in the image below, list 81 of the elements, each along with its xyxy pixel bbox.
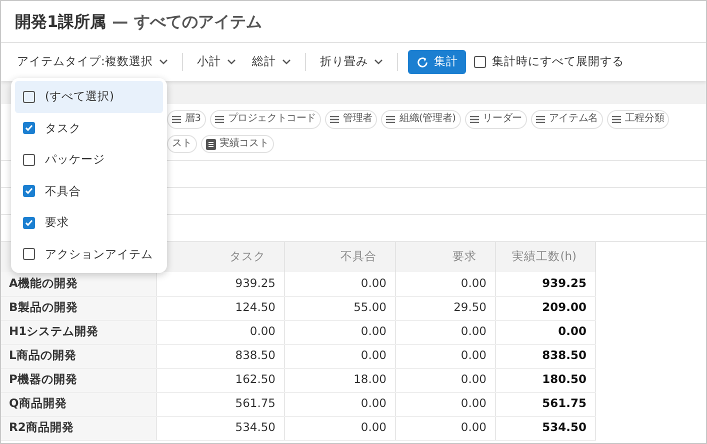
table-cell: 939.25 [495, 272, 595, 296]
row-label: P機器の開発 [1, 368, 156, 392]
table-cell: 0.00 [156, 320, 284, 344]
checkbox[interactable] [23, 90, 35, 103]
table-cell: 0.00 [395, 368, 495, 392]
table-cell: 0.00 [495, 320, 595, 344]
dropdown-button[interactable]: 折り畳み [312, 50, 391, 74]
table-cell: 0.00 [395, 320, 495, 344]
checkbox[interactable] [23, 248, 35, 260]
table-cell: 534.50 [156, 416, 284, 440]
field-chip[interactable]: プロジェクトコード [210, 110, 322, 129]
checkbox[interactable] [474, 56, 486, 68]
menu-item[interactable]: タスク [15, 112, 163, 144]
field-chip[interactable]: 層3 [167, 110, 206, 129]
table-cell: 180.50 [495, 368, 595, 392]
column-header: 不具合 [284, 242, 395, 272]
caret-icon [282, 59, 291, 65]
table-cell: 0.00 [284, 392, 395, 416]
drag-handle-icon [214, 116, 224, 123]
drag-handle-icon [386, 116, 396, 123]
menu-item[interactable]: 要求 [15, 207, 163, 238]
checkbox[interactable] [23, 216, 35, 229]
field-chip[interactable]: スト [167, 134, 197, 154]
table-cell: 0.00 [395, 392, 495, 416]
document-icon [206, 138, 216, 150]
table-cell: 939.25 [156, 272, 284, 296]
drag-handle-icon [330, 116, 340, 123]
field-chip[interactable]: アイテム名 [530, 110, 603, 129]
table-cell: 838.50 [156, 344, 284, 368]
menu-item[interactable]: 不具合 [15, 176, 163, 207]
column-header: 実績工数(h) [495, 242, 595, 272]
table-cell: 0.00 [395, 272, 495, 296]
caret-icon [158, 59, 168, 65]
row-label: R2商品開発 [1, 416, 156, 440]
menu-item[interactable]: パッケージ [15, 144, 163, 176]
table-cell: 55.00 [284, 296, 395, 320]
title-separator: — [112, 10, 128, 32]
table-cell: 0.00 [284, 272, 395, 296]
table-cell: 534.50 [495, 416, 595, 440]
dropdown-button[interactable]: アイテムタイプ:複数選択 [9, 50, 176, 74]
field-chip[interactable]: 管理者 [325, 110, 378, 129]
dropdown-button[interactable]: 総計 [244, 50, 299, 74]
caret-icon [374, 59, 383, 65]
table-cell: 0.00 [284, 416, 395, 440]
table-cell: 18.00 [284, 368, 395, 392]
row-label: H1システム開発 [1, 320, 156, 344]
field-chip[interactable]: リーダー [464, 110, 527, 129]
checkbox[interactable] [23, 185, 35, 198]
table-cell: 29.50 [395, 296, 495, 320]
field-chip[interactable]: 実績コスト [200, 134, 274, 154]
page-title: 開発1課所属 [15, 10, 106, 32]
table-cell: 124.50 [156, 296, 284, 320]
field-chip[interactable]: 工程分類 [606, 110, 670, 129]
field-chip[interactable]: 組織(管理者) [381, 110, 461, 129]
dropdown-button[interactable]: 小計 [188, 50, 244, 74]
drag-handle-icon [536, 116, 545, 123]
checkbox[interactable] [23, 154, 35, 166]
table-cell: 0.00 [284, 344, 395, 368]
drag-handle-icon [470, 116, 479, 123]
page-subtitle: すべてのアイテム [134, 10, 262, 32]
refresh-icon [416, 56, 429, 68]
table-cell: 561.75 [156, 392, 284, 416]
row-label: L商品の開発 [1, 344, 156, 368]
table-cell: 209.00 [495, 296, 595, 320]
table-cell: 0.00 [395, 344, 495, 368]
row-label: Q商品開発 [1, 392, 156, 416]
row-label: B製品の開発 [1, 296, 156, 320]
column-header: 要求 [395, 242, 495, 272]
table-cell: 0.00 [284, 320, 395, 344]
checkbox-label: 集計時にすべて展開する [492, 53, 624, 70]
row-label: A機能の開発 [1, 272, 156, 296]
aggregate-button[interactable]: 集計 [408, 50, 466, 74]
menu-item[interactable]: (すべて選択) [15, 81, 163, 112]
drag-handle-icon [172, 116, 181, 123]
caret-icon [226, 59, 236, 65]
table-cell: 838.50 [495, 344, 595, 368]
drag-handle-icon [612, 116, 621, 123]
table-cell: 162.50 [156, 368, 284, 392]
table-cell: 561.75 [495, 392, 595, 416]
checkbox[interactable] [23, 122, 35, 134]
table-cell: 0.00 [395, 416, 495, 440]
